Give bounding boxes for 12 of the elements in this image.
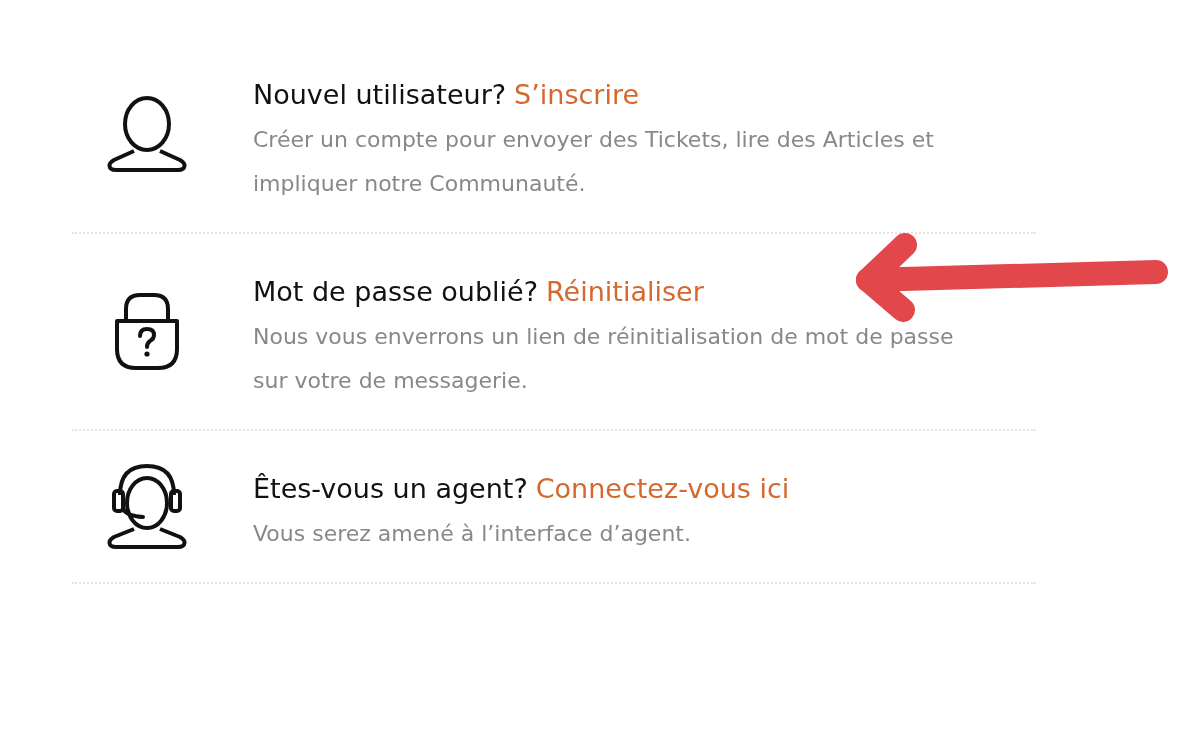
question-text: Mot de passe oublié?: [253, 276, 539, 307]
user-icon: [107, 95, 187, 172]
action-link[interactable]: Connectez-vous ici: [535, 473, 790, 504]
action-link[interactable]: S’inscrire: [514, 79, 640, 110]
action-link[interactable]: Réinitialiser: [546, 276, 704, 307]
description-text: Vous serez amené à l’interface d’agent.: [253, 520, 692, 548]
padlock-question-icon: [114, 290, 180, 371]
description-text: Créer un compte pour envoyer des Tickets, lire des Articles et impliquer notre Communauté.: [253, 126, 935, 198]
headset-person-icon: [107, 462, 187, 549]
question-text: Nouvel utilisateur?: [253, 79, 507, 110]
description-text: Nous vous enverrons un lien de réinitialisation de mot de passe sur votre de messagerie.: [253, 323, 955, 395]
question-text: Êtes-vous un agent?: [253, 473, 528, 504]
